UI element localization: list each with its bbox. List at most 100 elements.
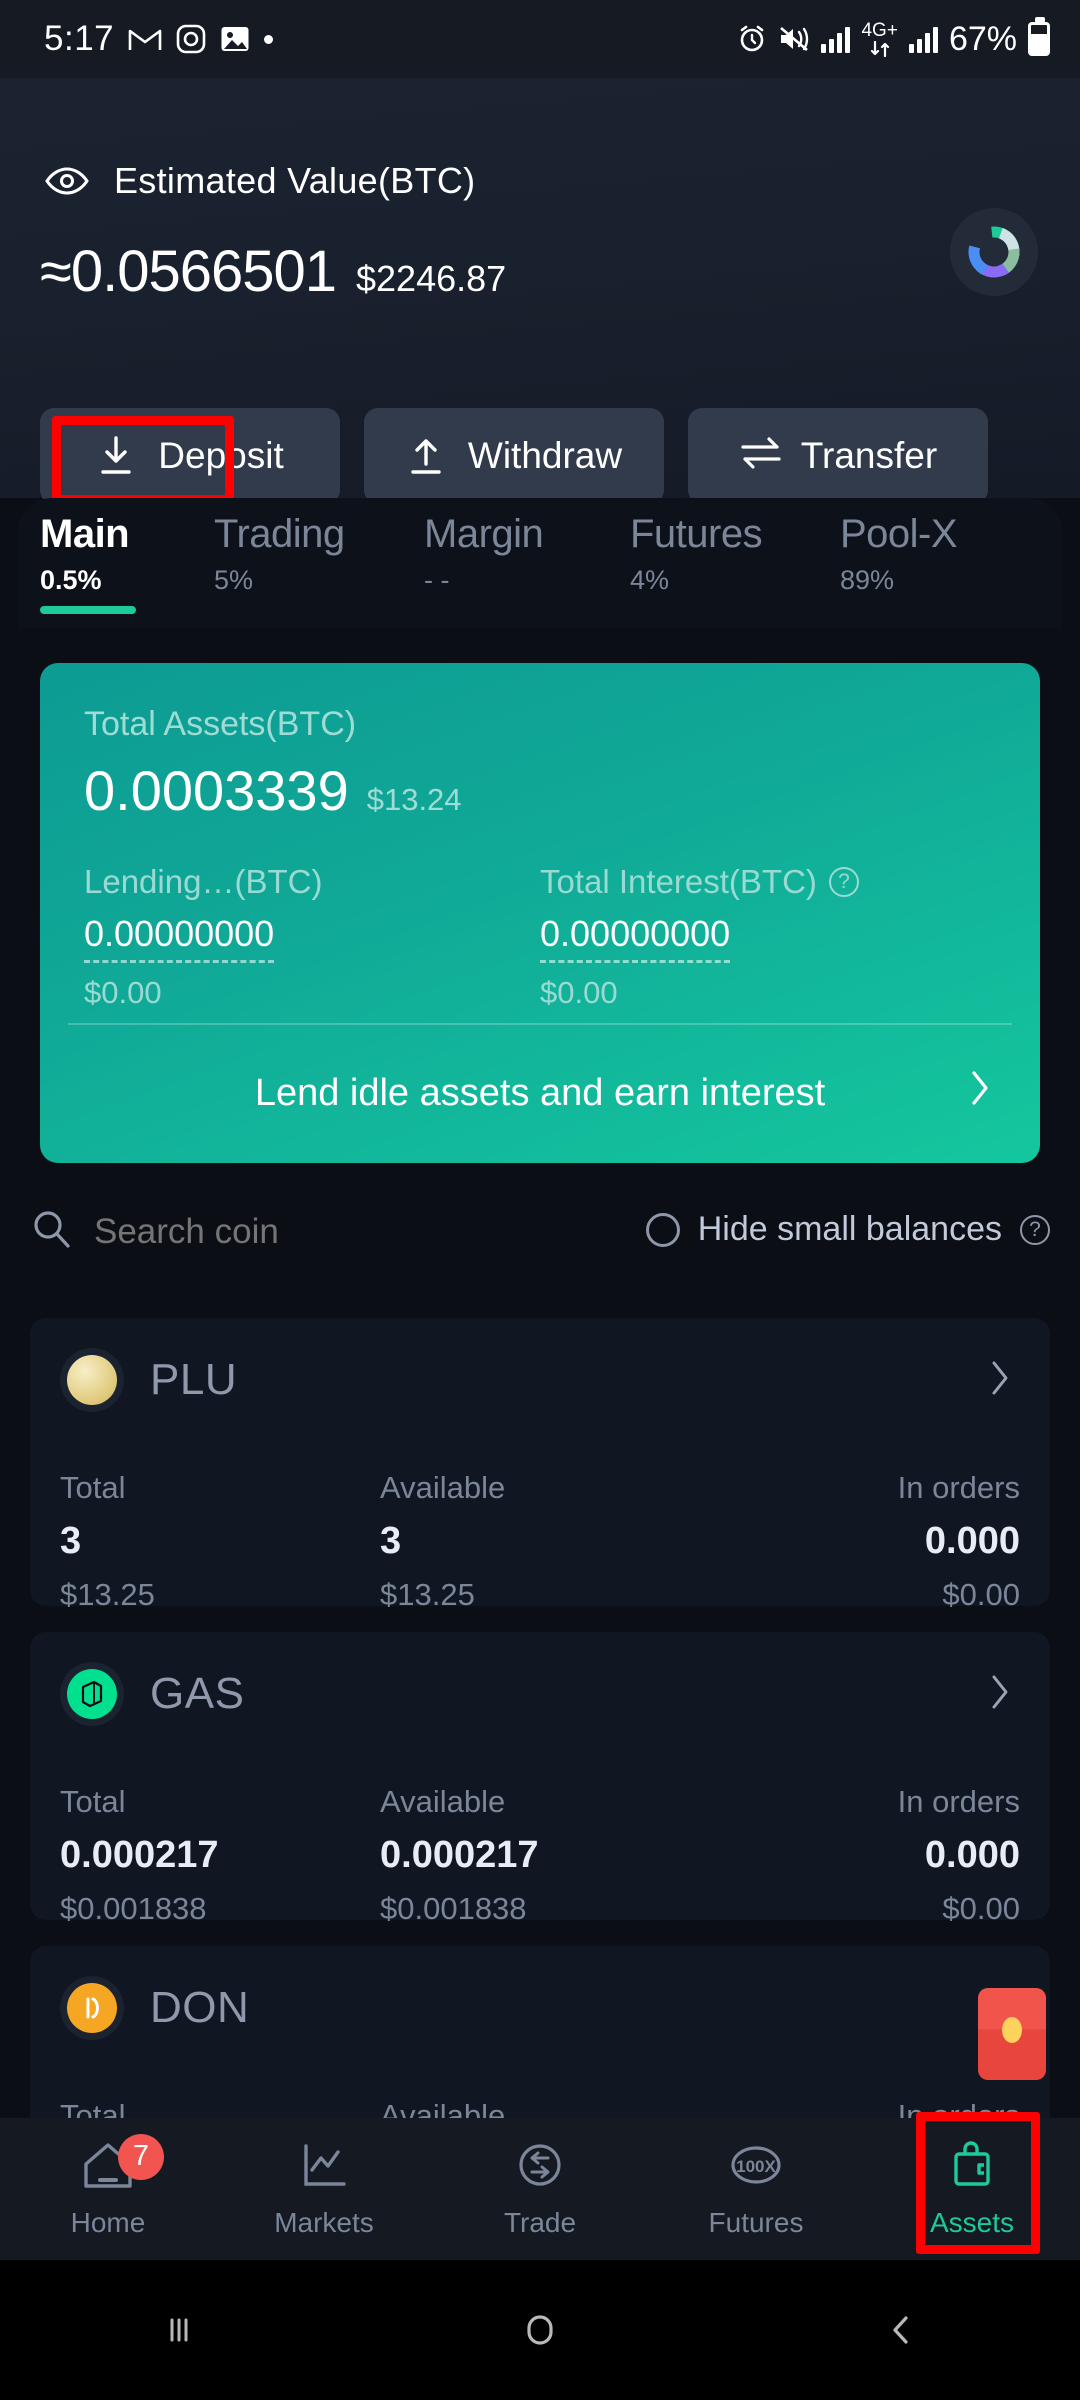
nav-item-home[interactable]: 7 Home: [0, 2133, 216, 2239]
plu-total-usd: $13.25: [60, 1577, 155, 1612]
tab-main[interactable]: Main 0.5%: [18, 512, 214, 614]
recents-icon[interactable]: [157, 2308, 201, 2352]
deposit-button[interactable]: Deposit: [40, 408, 340, 504]
plu-inorders-usd: $0.00: [942, 1577, 1020, 1612]
status-bar: 5:17 4G+ 67%: [0, 0, 1080, 78]
tab-margin-pct: - -: [424, 565, 450, 595]
col-label-inorders-gas: In orders: [897, 1784, 1020, 1819]
gas-coin-icon: [60, 1662, 124, 1726]
tab-trading-label: Trading: [214, 512, 345, 556]
nav-item-markets[interactable]: Markets: [216, 2140, 432, 2239]
battery-percent: 67%: [948, 19, 1017, 58]
wallet-icon: [944, 2140, 1000, 2197]
eye-icon[interactable]: [44, 166, 90, 196]
question-mark-icon[interactable]: ?: [828, 867, 859, 897]
transfer-arrows-icon: [739, 435, 781, 477]
withdraw-button[interactable]: Withdraw: [364, 408, 664, 504]
gas-total-col: Total 0.000217 $0.001838: [60, 1784, 380, 1927]
coin-symbol-don: DON: [150, 1983, 250, 2032]
status-time: 5:17: [44, 19, 115, 58]
total-assets-usd: $13.24: [366, 782, 462, 817]
col-label-total: Total: [60, 1470, 126, 1505]
signal-icon-2: [908, 25, 938, 53]
total-assets-value: 0.0003339: [84, 759, 349, 822]
plu-total-value: 3: [60, 1520, 82, 1562]
plu-inorders-value: 0.000: [924, 1520, 1020, 1562]
chevron-right-icon-gas[interactable]: [990, 1674, 1010, 1715]
nav-label-futures: Futures: [708, 2206, 804, 2238]
nav-item-futures[interactable]: 100X Futures: [648, 2140, 864, 2239]
estimated-value-amounts: ≈0.0566501 $2246.87: [40, 238, 506, 305]
account-header: Estimated Value(BTC) ≈0.0566501 $2246.87: [0, 78, 1080, 504]
coin-head-plu: PLU: [60, 1348, 237, 1412]
tab-poolx[interactable]: Pool-X 89%: [840, 512, 1050, 596]
dot-icon: [264, 34, 274, 44]
back-icon[interactable]: [879, 2308, 923, 2352]
search-input[interactable]: [94, 1211, 514, 1252]
hide-small-balances-radio[interactable]: [645, 1212, 680, 1247]
svg-text:100X: 100X: [736, 2157, 776, 2176]
gas-total-usd: $0.001838: [60, 1891, 207, 1926]
battery-icon: [1028, 17, 1050, 56]
transfer-label: Transfer: [800, 435, 938, 476]
search-coin-area[interactable]: [30, 1208, 514, 1255]
android-navigation-bar: [0, 2260, 1080, 2400]
action-buttons: Deposit Withdraw Transfer: [40, 408, 988, 504]
interest-label: Total Interest(BTC): [540, 863, 817, 900]
chart-line-icon: [296, 2140, 352, 2197]
lend-cta-label: Lend idle assets and earn interest: [254, 1071, 826, 1114]
don-coin-icon: [60, 1976, 124, 2040]
estimated-value-label: Estimated Value(BTC): [114, 160, 476, 201]
lending-usd: $0.00: [84, 975, 162, 1010]
plu-coin-icon: [60, 1348, 124, 1412]
home-circle-icon[interactable]: [516, 2306, 564, 2354]
tab-main-pct: 0.5%: [40, 565, 102, 595]
hide-small-balances-toggle[interactable]: Hide small balances ?: [645, 1210, 1050, 1249]
plu-available-col: Available 3 $13.25: [380, 1470, 700, 1613]
nav-item-trade[interactable]: Trade: [432, 2140, 648, 2239]
plu-available-usd: $13.25: [380, 1577, 475, 1612]
tab-poolx-pct: 89%: [840, 565, 895, 595]
total-assets-card: Total Assets(BTC) 0.0003339 $13.24 Lendi…: [40, 663, 1040, 1163]
lending-interest-columns: Lending…(BTC) 0.00000000 $0.00 Total Int…: [84, 863, 996, 1011]
tab-active-underline: [40, 606, 136, 614]
coin-symbol-plu: PLU: [150, 1355, 238, 1404]
tab-main-label: Main: [40, 512, 130, 556]
tab-margin[interactable]: Margin - -: [424, 512, 630, 596]
download-arrow-icon: [96, 435, 136, 477]
tab-futures[interactable]: Futures 4%: [630, 512, 840, 596]
red-packet-icon[interactable]: [978, 1988, 1046, 2080]
gas-total-value: 0.000217: [60, 1834, 219, 1876]
interest-usd: $0.00: [540, 975, 618, 1010]
portfolio-donut-icon[interactable]: [950, 208, 1038, 296]
interest-label-row: Total Interest(BTC) ?: [540, 863, 996, 901]
tab-trading[interactable]: Trading 5%: [214, 512, 424, 596]
alarm-icon: [737, 24, 767, 54]
col-label-available: Available: [380, 1470, 506, 1505]
lending-label: Lending…(BTC): [84, 863, 323, 900]
question-mark-icon-filters[interactable]: ?: [1020, 1214, 1050, 1245]
wallet-tabs: Main 0.5% Trading 5% Margin - - Futures …: [18, 512, 1062, 614]
total-assets-label: Total Assets(BTC): [84, 705, 357, 743]
nav-label-home: Home: [70, 2206, 146, 2238]
nav-label-markets: Markets: [274, 2206, 374, 2238]
nav-item-assets[interactable]: Assets: [864, 2140, 1080, 2239]
coin-card-gas[interactable]: GAS Total 0.000217 $0.001838 Available 0…: [30, 1632, 1050, 1926]
lending-column: Lending…(BTC) 0.00000000 $0.00: [84, 863, 540, 1011]
trade-swap-icon: [512, 2140, 568, 2197]
coin-card-plu[interactable]: PLU Total 3 $13.25 Available 3 $13.25 In…: [30, 1318, 1050, 1612]
coin-symbol-gas: GAS: [150, 1669, 245, 1718]
transfer-button[interactable]: Transfer: [688, 408, 988, 504]
plu-inorders-col: In orders 0.000 $0.00: [700, 1470, 1020, 1613]
tab-futures-label: Futures: [630, 512, 763, 556]
tab-trading-pct: 5%: [214, 565, 254, 595]
hide-small-balances-label: Hide small balances: [697, 1210, 1002, 1248]
wallet-body: Total Assets(BTC) 0.0003339 $13.24 Lendi…: [0, 628, 1080, 2234]
bottom-navigation: 7 Home Markets Trade 100X Futures Assets: [0, 2118, 1080, 2260]
app-screen: 5:17 4G+ 67% Estimated Value(BTC) ≈0.056…: [0, 0, 1080, 2400]
lend-cta-button[interactable]: Lend idle assets and earn interest: [40, 1023, 1040, 1163]
lending-value: 0.00000000: [84, 913, 275, 963]
tab-margin-label: Margin: [424, 512, 544, 556]
search-icon: [30, 1208, 72, 1255]
chevron-right-icon-plu[interactable]: [990, 1360, 1010, 1401]
